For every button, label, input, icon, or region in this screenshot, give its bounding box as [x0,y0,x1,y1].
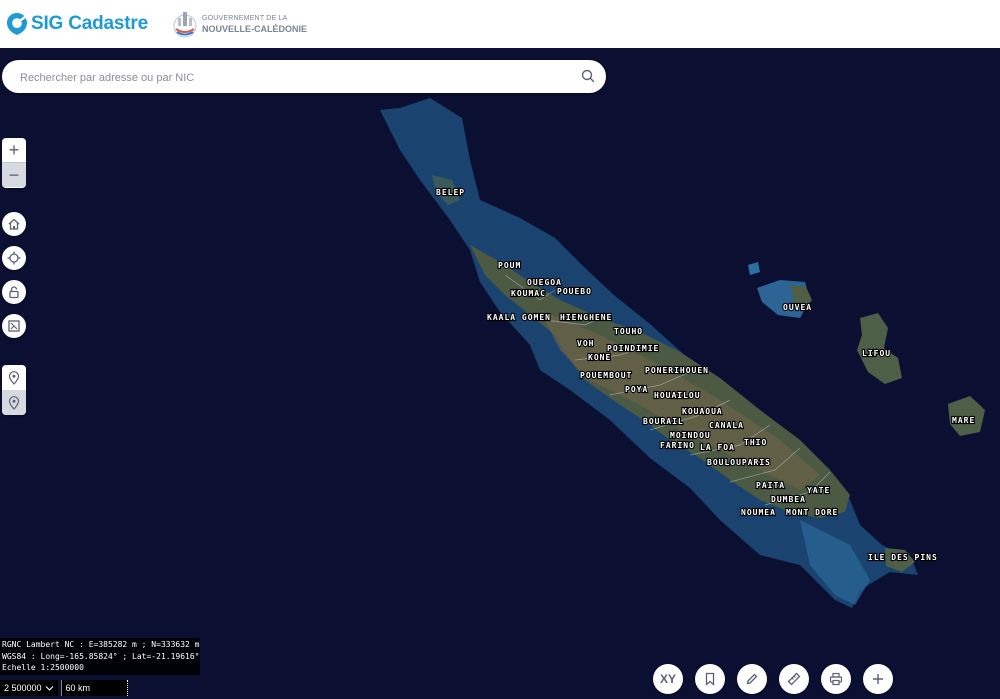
sig-cadastre-logo[interactable]: SIG Cadastre [6,10,148,38]
map-label: CANALA [709,421,744,430]
app-header: SIG Cadastre GOUVERNEMENT DE LA NOUVELLE… [0,0,1000,49]
map-label: MONT DORE [786,508,838,517]
app-title: SIG Cadastre [31,13,148,35]
map-label: POINDIMIE [607,344,659,353]
map-label: OUVEA [783,303,812,312]
government-logo[interactable]: GOUVERNEMENT DE LA NOUVELLE-CALÉDONIE [172,8,307,40]
map-label: LIFOU [862,349,891,358]
map-label: YATE [807,486,830,495]
government-line2: NOUVELLE-CALÉDONIE [202,24,308,34]
app-title-cadastre: Cadastre [68,13,148,34]
map-label: PONERIHOUEN [645,366,709,375]
scale-control: 2 500000 60 km [0,680,128,696]
map-label: THIO [744,438,767,447]
layers-button[interactable] [2,314,26,338]
map-label: ILE DES PINS [868,553,938,562]
map-label: VOH [577,339,594,348]
map-label: BOURAIL [643,417,684,426]
home-icon [8,218,20,230]
map-pin-icon [8,370,20,385]
map-label: OUEGOA [527,278,562,287]
map-label: KAALA GOMEN [487,313,551,322]
map-label: KONE [588,353,611,362]
government-line1: GOUVERNEMENT DE LA [202,15,288,22]
coordinates-panel: RGNC Lambert NC : E=385282 m ; N=333632 … [0,638,200,675]
map-canvas[interactable]: BELEP POUM OUEGOA KOUMAC POUEBO KAALA GO… [0,48,1000,699]
app-title-sig: SIG [31,13,69,34]
bookmark-icon [705,672,715,686]
pencil-icon [746,673,758,685]
measure-button[interactable] [779,664,809,694]
plus-icon [873,674,883,684]
draw-button[interactable] [737,664,767,694]
map-pin-icon [8,395,20,410]
zoom-in-button[interactable]: + [2,138,26,162]
locate-button[interactable] [2,246,26,270]
scale-bar-label: 60 km [65,683,91,693]
search-icon[interactable] [580,68,596,84]
map-view[interactable]: BELEP POUM OUEGOA KOUMAC POUEBO KAALA GO… [0,48,1000,699]
map-label: FARINO [660,441,695,450]
lock-button[interactable] [2,280,26,304]
xy-label: XY [659,672,676,686]
coords-wgs84: WGS84 : Long=-165.85824° ; Lat=-21.19616… [2,651,200,661]
map-label: HIENGHENE [560,313,612,322]
cadastre-logo-icon [7,13,27,35]
coords-scale: Echelle 1:2500000 [2,663,84,672]
bookmark-button[interactable] [695,664,725,694]
map-label: KOUMAC [511,289,546,298]
map-label: MOINDOU [670,431,711,440]
zoom-out-button[interactable]: − [2,162,26,187]
home-button[interactable] [2,212,26,236]
marker-control [2,365,26,415]
coords-lambert: RGNC Lambert NC : E=385282 m ; N=333632 … [2,640,200,649]
print-button[interactable] [821,664,851,694]
map-label: TOUHO [614,327,643,336]
map-label: BELEP [436,188,465,197]
search-bar [2,60,606,95]
map-label: LA FOA [700,443,735,452]
map-label: POUM [498,261,521,270]
marker-list-button[interactable] [2,390,26,415]
government-name: GOUVERNEMENT DE LA NOUVELLE-CALÉDONIE [202,14,307,34]
map-label: POYA [625,385,648,394]
unlock-icon [9,286,19,299]
chevron-down-icon [45,685,53,691]
scale-select[interactable]: 2 500000 [0,680,58,696]
map-label: POUEBO [557,287,592,296]
printer-icon [829,672,843,686]
more-tools-button[interactable] [863,664,893,694]
map-layers-icon [8,320,20,332]
map-label: BOULOUPARIS [707,458,771,467]
map-label: KOUAOUA [682,407,723,416]
zoom-control: + − [2,138,26,188]
map-label: NOUMEA [741,508,776,517]
xy-coordinates-button[interactable]: XY [653,664,683,694]
map-label: PAITA [756,481,785,490]
government-emblem-icon [173,12,197,38]
crosshair-icon [7,251,21,265]
add-marker-button[interactable] [2,365,26,390]
scale-bar: 60 km [60,680,128,696]
scale-select-value: 2 500000 [4,683,42,693]
ruler-icon [787,672,801,686]
search-input[interactable] [18,60,562,95]
map-label: POUEMBOUT [580,371,632,380]
map-label: HOUAILOU [654,391,701,400]
map-label: DUMBEA [771,495,806,504]
map-label: MARE [952,416,975,425]
